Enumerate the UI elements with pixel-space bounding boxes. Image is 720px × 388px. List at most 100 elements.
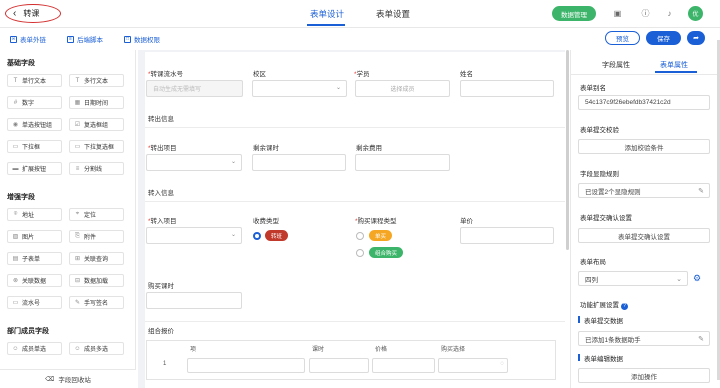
table-cell-price[interactable] bbox=[372, 358, 435, 373]
component-label: 成员多选 bbox=[84, 347, 109, 353]
component-related-query[interactable]: ⊞ 关联查询 bbox=[69, 252, 124, 265]
tab-form-settings[interactable]: 表单设置 bbox=[376, 8, 410, 20]
link-icon: ∞ bbox=[10, 35, 17, 43]
form-link-button[interactable]: ∞ 表单外链 bbox=[10, 34, 46, 44]
component-label: 流水号 bbox=[22, 301, 41, 307]
component-related-data[interactable]: ⊗ 关联数据 bbox=[7, 274, 62, 287]
add-operation-button[interactable]: 添加操作 bbox=[578, 368, 710, 383]
buy-type-radio-combo[interactable] bbox=[356, 249, 364, 257]
in-item-label: *转入项目 bbox=[148, 218, 177, 225]
component-signature[interactable]: ✎ 手写签名 bbox=[69, 296, 124, 309]
field-recycle-bin-button[interactable]: ⌫ 字段回收站 bbox=[0, 369, 136, 388]
remain-fee-input[interactable] bbox=[355, 154, 450, 171]
help-icon[interactable]: ⓘ bbox=[640, 8, 651, 19]
subform-icon: ▤ bbox=[12, 256, 19, 262]
avatar[interactable]: 优 bbox=[688, 6, 703, 21]
section-marker bbox=[578, 354, 580, 361]
map-pin-icon: ⌾ bbox=[13, 211, 18, 217]
text-icon: T bbox=[13, 77, 18, 84]
users-icon: ☺ bbox=[74, 345, 81, 352]
table-header: 课时 bbox=[312, 347, 325, 353]
component-data-load[interactable]: ⊟ 数据加载 bbox=[69, 274, 124, 287]
pen-icon: ✎ bbox=[74, 300, 81, 306]
alias-input[interactable]: 54c137c9f26ebefdb37421c2d bbox=[578, 95, 710, 110]
edit-icon[interactable]: ✎ bbox=[698, 187, 704, 195]
campus-select[interactable]: ⌄ bbox=[252, 80, 347, 97]
backend-script-button[interactable]: ≡ 后端脚本 bbox=[67, 34, 103, 44]
component-subform[interactable]: ▤ 子表单 bbox=[7, 252, 62, 265]
component-ext-button[interactable]: ▬ 扩展按钮 bbox=[7, 162, 62, 175]
save-button[interactable]: 保存 bbox=[646, 31, 681, 45]
serial-label: *转课流水号 bbox=[148, 71, 184, 78]
out-item-select[interactable]: ⌄ bbox=[146, 154, 242, 171]
buy-type-radio-single[interactable] bbox=[356, 232, 364, 240]
component-image[interactable]: ▨ 图片 bbox=[7, 230, 62, 243]
price-input[interactable] bbox=[460, 227, 554, 244]
in-item-select[interactable]: ⌄ bbox=[146, 227, 242, 244]
help-icon[interactable]: ? bbox=[621, 303, 628, 310]
tab-form-props[interactable]: 表单属性 bbox=[660, 60, 688, 70]
canvas-scrollbar[interactable] bbox=[566, 50, 569, 250]
divider bbox=[145, 201, 565, 202]
component-address[interactable]: ⌾ 地址 bbox=[7, 208, 62, 221]
button-icon: ▬ bbox=[12, 165, 19, 172]
component-member-multi[interactable]: ☺ 成员多选 bbox=[69, 342, 124, 355]
table-cell-hours[interactable] bbox=[309, 358, 369, 373]
component-attachment[interactable]: ⎘ 附件 bbox=[69, 230, 124, 243]
fee-type-radio[interactable] bbox=[253, 232, 261, 240]
display-rules-field[interactable]: 已设置2个显隐规则 ✎ bbox=[578, 183, 710, 198]
serial-input[interactable]: 自动生成无需填写 bbox=[146, 80, 243, 97]
component-divider[interactable]: ≡ 分割线 bbox=[69, 162, 124, 175]
student-select[interactable]: 选择成员 bbox=[355, 80, 450, 97]
component-label: 下拉复选框 bbox=[84, 145, 115, 151]
edit-icon[interactable]: ✎ bbox=[698, 335, 704, 343]
gear-icon[interactable]: ⚙ bbox=[693, 273, 701, 284]
component-datetime[interactable]: ▦ 日期时间 bbox=[69, 96, 124, 109]
remain-hours-input[interactable] bbox=[252, 154, 346, 171]
data-manage-button[interactable]: 数据管理 bbox=[552, 6, 596, 21]
chevron-down-icon: ⌄ bbox=[230, 159, 236, 165]
add-validation-button[interactable]: 添加校验条件 bbox=[578, 139, 710, 154]
component-radio-group[interactable]: ◉ 单选按钮组 bbox=[7, 118, 62, 131]
database-icon: ⊟ bbox=[74, 278, 81, 284]
number-icon: # bbox=[13, 99, 18, 106]
image-icon: ▨ bbox=[12, 234, 19, 240]
tab-field-props[interactable]: 字段属性 bbox=[602, 60, 630, 70]
edit-data-label: 表单编辑数据 bbox=[584, 356, 623, 363]
document-icon[interactable]: ▣ bbox=[612, 8, 623, 19]
chevron-left-icon: ‹ bbox=[13, 8, 17, 19]
back-button[interactable]: ‹ 转课 bbox=[5, 4, 61, 23]
component-member-single[interactable]: ☺ 成员单选 bbox=[7, 342, 62, 355]
tab-form-design[interactable]: 表单设计 bbox=[310, 8, 344, 20]
component-checkbox-group[interactable]: ☑ 复选框组 bbox=[69, 118, 124, 131]
name-input[interactable] bbox=[460, 80, 554, 97]
display-rules-label: 字段显隐规则 bbox=[580, 171, 619, 178]
layout-select[interactable]: 四列 ⌄ bbox=[578, 271, 688, 286]
data-permission-button[interactable]: □ 数据权限 bbox=[124, 34, 160, 44]
component-single-text[interactable]: T 单行文本 bbox=[7, 74, 62, 87]
component-location[interactable]: ⌖ 定位 bbox=[69, 208, 124, 221]
preview-button[interactable]: 预览 bbox=[605, 31, 640, 45]
buy-hours-input[interactable] bbox=[146, 292, 242, 309]
price-label: 单价 bbox=[460, 218, 473, 225]
component-serial-number[interactable]: ▭ 流水号 bbox=[7, 296, 62, 309]
trash-icon: ⌫ bbox=[45, 376, 55, 383]
component-label: 成员单选 bbox=[22, 347, 47, 353]
paperclip-icon: ⎘ bbox=[75, 233, 80, 239]
component-label: 单行文本 bbox=[22, 79, 47, 85]
component-panel: 基础字段 T 单行文本 T 多行文本 # 数字 ▦ 日期时间 ◉ 单选按钮组 ☑ 复选框组 … bbox=[0, 50, 136, 388]
component-multi-text[interactable]: T 多行文本 bbox=[69, 74, 124, 87]
component-dropdown-multi[interactable]: ▭ 下拉复选框 bbox=[69, 140, 124, 153]
bell-icon[interactable]: ♪ bbox=[664, 8, 675, 19]
submit-data-label: 表单提交数据 bbox=[584, 318, 623, 325]
component-label: 复选框组 bbox=[84, 123, 109, 129]
confirm-settings-button[interactable]: 表单提交确认设置 bbox=[578, 228, 710, 243]
chevron-down-icon: ⌄ bbox=[676, 276, 682, 283]
component-label: 数字 bbox=[22, 101, 35, 107]
share-icon[interactable]: ➦ bbox=[687, 31, 705, 45]
table-cell-item[interactable] bbox=[187, 358, 305, 373]
submit-data-field[interactable]: 已添加1条数据助手 ✎ bbox=[578, 331, 710, 346]
table-cell-select[interactable]: ◌ bbox=[438, 358, 508, 373]
component-number[interactable]: # 数字 bbox=[7, 96, 62, 109]
component-dropdown[interactable]: ▭ 下拉框 bbox=[7, 140, 62, 153]
